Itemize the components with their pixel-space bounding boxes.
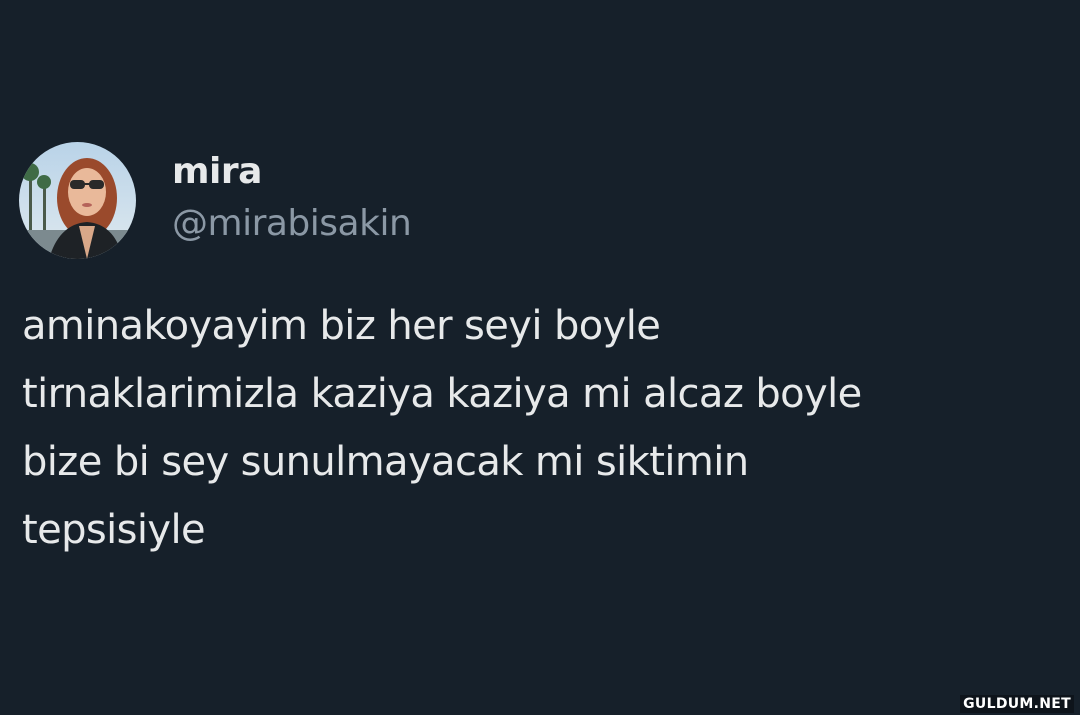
tweet-text-line: tirnaklarimizla kaziya kaziya mi alcaz b…	[22, 371, 862, 417]
display-name[interactable]: mira	[172, 150, 262, 194]
tweet-text-line: bize bi sey sunulmayacak mi siktimin	[22, 439, 749, 485]
tweet-text: aminakoyayim biz her seyi boyle tirnakla…	[22, 292, 1072, 564]
tweet-text-line: aminakoyayim biz her seyi boyle	[22, 303, 661, 349]
avatar-photo-icon	[19, 142, 136, 259]
user-handle[interactable]: @mirabisakin	[172, 202, 412, 246]
tweet-card: mira @mirabisakin aminakoyayim biz her s…	[0, 0, 1080, 715]
avatar[interactable]	[19, 142, 136, 259]
watermark: GULDUM.NET	[960, 695, 1074, 713]
tweet-text-line: tepsisiyle	[22, 507, 206, 553]
